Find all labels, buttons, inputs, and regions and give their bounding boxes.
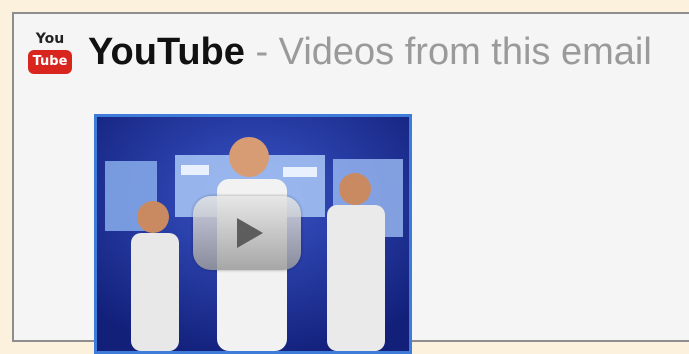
- youtube-logo-icon: You Tube: [28, 30, 72, 74]
- brand-name: YouTube: [88, 31, 245, 73]
- play-icon[interactable]: [193, 196, 301, 270]
- panel-header: You Tube YouTube - Videos from this emai…: [28, 28, 652, 76]
- panel-title: YouTube - Videos from this email: [88, 28, 652, 76]
- logo-you-text: You: [35, 31, 65, 47]
- youtube-panel: You Tube YouTube - Videos from this emai…: [12, 12, 689, 354]
- video-thumbnail[interactable]: [94, 114, 412, 354]
- panel-subtitle: - Videos from this email: [244, 31, 652, 73]
- logo-tube-text: Tube: [28, 50, 72, 74]
